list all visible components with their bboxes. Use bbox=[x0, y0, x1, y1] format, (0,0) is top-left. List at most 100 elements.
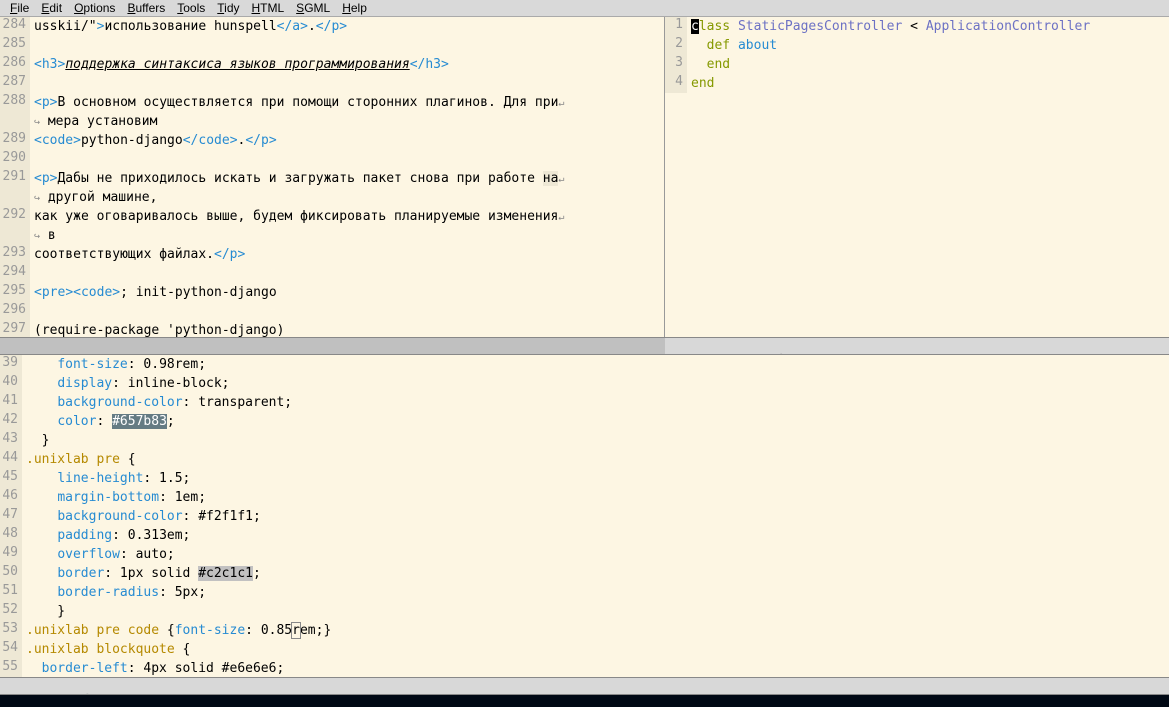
code-right[interactable]: class StaticPagesController < Applicatio… bbox=[687, 17, 1169, 93]
menu-html[interactable]: HTML bbox=[246, 1, 291, 15]
code-left[interactable]: usskii/">использование hunspell</a>.</p>… bbox=[30, 17, 664, 337]
code-line[interactable]: <code>python-django</code>.</p> bbox=[34, 131, 664, 150]
code-line[interactable]: background-color: transparent; bbox=[26, 393, 1169, 412]
code-line[interactable]: .unixlab pre code {font-size: 0.85rem;} bbox=[26, 621, 1169, 640]
line-number: 51 bbox=[0, 583, 18, 602]
code-line[interactable]: .unixlab pre { bbox=[26, 450, 1169, 469]
menu-tidy[interactable]: Tidy bbox=[211, 1, 245, 15]
line-number: 43 bbox=[0, 431, 18, 450]
code-line[interactable]: ↪ в bbox=[34, 226, 664, 245]
code-line[interactable]: (require-package 'python-django) bbox=[34, 321, 664, 337]
line-number: 297 bbox=[0, 321, 26, 337]
code-line[interactable]: line-height: 1.5; bbox=[26, 469, 1169, 488]
line-number: 2 bbox=[665, 36, 683, 55]
line-number: 47 bbox=[0, 507, 18, 526]
line-number: 289 bbox=[0, 131, 26, 150]
line-number: 296 bbox=[0, 302, 26, 321]
line-number: 290 bbox=[0, 150, 26, 169]
code-line[interactable]: usskii/">использование hunspell</a>.</p> bbox=[34, 17, 664, 36]
line-number: 42 bbox=[0, 412, 18, 431]
modeline-left[interactable]: U:**- *markdown-output* 62% (291,67) (XH… bbox=[0, 337, 665, 355]
code-line[interactable]: <p>Дабы не приходилось искать и загружат… bbox=[34, 169, 664, 188]
code-line[interactable]: background-color: #f2f1f1; bbox=[26, 507, 1169, 526]
line-number: 50 bbox=[0, 564, 18, 583]
line-number: 286 bbox=[0, 55, 26, 74]
menu-file[interactable]: File bbox=[4, 1, 35, 15]
code-line[interactable]: } bbox=[26, 431, 1169, 450]
line-number: 295 bbox=[0, 283, 26, 302]
code-line[interactable]: class StaticPagesController < Applicatio… bbox=[691, 17, 1169, 36]
line-number: 54 bbox=[0, 640, 18, 659]
minibuffer[interactable] bbox=[0, 695, 1169, 707]
line-number bbox=[0, 112, 26, 131]
code-line[interactable]: ↪ другой машине, bbox=[34, 188, 664, 207]
line-number: 4 bbox=[665, 74, 683, 93]
line-number bbox=[0, 226, 26, 245]
line-number bbox=[0, 188, 26, 207]
pane-ruby-controller[interactable]: 1234 class StaticPagesController < Appli… bbox=[665, 17, 1169, 337]
code-line[interactable] bbox=[34, 264, 664, 283]
menu-buffers[interactable]: Buffers bbox=[121, 1, 171, 15]
code-line[interactable]: .unixlab blockquote { bbox=[26, 640, 1169, 659]
code-line[interactable]: соответствующих файлах.</p> bbox=[34, 245, 664, 264]
code-line[interactable] bbox=[34, 36, 664, 55]
code-line[interactable]: <p>В основном осуществляется при помощи … bbox=[34, 93, 664, 112]
line-number: 1 bbox=[665, 17, 683, 36]
line-number: 287 bbox=[0, 74, 26, 93]
line-number: 294 bbox=[0, 264, 26, 283]
code-line[interactable]: как уже оговаривалось выше, будем фиксир… bbox=[34, 207, 664, 226]
line-number: 293 bbox=[0, 245, 26, 264]
code-line[interactable]: padding: 0.313em; bbox=[26, 526, 1169, 545]
line-number: 40 bbox=[0, 374, 18, 393]
gutter-right: 1234 bbox=[665, 17, 687, 93]
line-number: 288 bbox=[0, 93, 26, 112]
line-number: 41 bbox=[0, 393, 18, 412]
code-line[interactable]: ↪ мера установим bbox=[34, 112, 664, 131]
gutter-bottom: 3940414243444546474849505152535455 bbox=[0, 355, 22, 677]
code-line[interactable]: <h3>поддержка синтаксиса языков программ… bbox=[34, 55, 664, 74]
code-line[interactable]: end bbox=[691, 55, 1169, 74]
pane-css[interactable]: 3940414243444546474849505152535455 font-… bbox=[0, 355, 1169, 677]
line-number: 52 bbox=[0, 602, 18, 621]
line-number: 284 bbox=[0, 17, 26, 36]
line-number: 49 bbox=[0, 545, 18, 564]
code-line[interactable]: font-size: 0.98rem; bbox=[26, 355, 1169, 374]
line-number: 3 bbox=[665, 55, 683, 74]
code-bottom[interactable]: font-size: 0.98rem; display: inline-bloc… bbox=[22, 355, 1169, 677]
menu-options[interactable]: Options bbox=[68, 1, 121, 15]
gutter-left: 284285286287288 289290291 292 2932942952962… bbox=[0, 17, 30, 337]
line-number: 291 bbox=[0, 169, 26, 188]
menu-tools[interactable]: Tools bbox=[171, 1, 211, 15]
line-number: 285 bbox=[0, 36, 26, 55]
code-line[interactable]: <pre><code>; init-python-django bbox=[34, 283, 664, 302]
modeline-right[interactable]: -:--- static_pages_controller.rb All (1,… bbox=[665, 337, 1169, 355]
code-line[interactable]: display: inline-block; bbox=[26, 374, 1169, 393]
line-number: 44 bbox=[0, 450, 18, 469]
code-line[interactable]: overflow: auto; bbox=[26, 545, 1169, 564]
line-number: 45 bbox=[0, 469, 18, 488]
code-line[interactable] bbox=[34, 302, 664, 321]
pane-markdown-output[interactable]: 284285286287288 289290291 292 2932942952962… bbox=[0, 17, 665, 337]
code-line[interactable] bbox=[34, 74, 664, 93]
code-line[interactable]: end bbox=[691, 74, 1169, 93]
top-split: 2842852862872882892902912922932942952962… bbox=[0, 17, 1169, 337]
line-number: 53 bbox=[0, 621, 18, 640]
menu-edit[interactable]: Edit bbox=[35, 1, 68, 15]
code-line[interactable]: def about bbox=[691, 36, 1169, 55]
menu-bar[interactable]: FileEditOptionsBuffersToolsTidyHTMLSGMLH… bbox=[0, 0, 1169, 17]
code-line[interactable]: border-left: 4px solid #e6e6e6; bbox=[26, 659, 1169, 677]
line-number: 46 bbox=[0, 488, 18, 507]
modeline-bottom[interactable]: -:--- unixlab.css 50% (53,34) Git:master… bbox=[0, 677, 1169, 695]
code-line[interactable]: } bbox=[26, 602, 1169, 621]
code-line[interactable]: color: #657b83; bbox=[26, 412, 1169, 431]
line-number: 48 bbox=[0, 526, 18, 545]
top-modelines: U:**- *markdown-output* 62% (291,67) (XH… bbox=[0, 337, 1169, 355]
menu-help[interactable]: Help bbox=[336, 1, 373, 15]
code-line[interactable]: border: 1px solid #c2c1c1; bbox=[26, 564, 1169, 583]
line-number: 292 bbox=[0, 207, 26, 226]
code-line[interactable]: border-radius: 5px; bbox=[26, 583, 1169, 602]
line-number: 55 bbox=[0, 659, 18, 677]
menu-sgml[interactable]: SGML bbox=[290, 1, 336, 15]
code-line[interactable] bbox=[34, 150, 664, 169]
code-line[interactable]: margin-bottom: 1em; bbox=[26, 488, 1169, 507]
